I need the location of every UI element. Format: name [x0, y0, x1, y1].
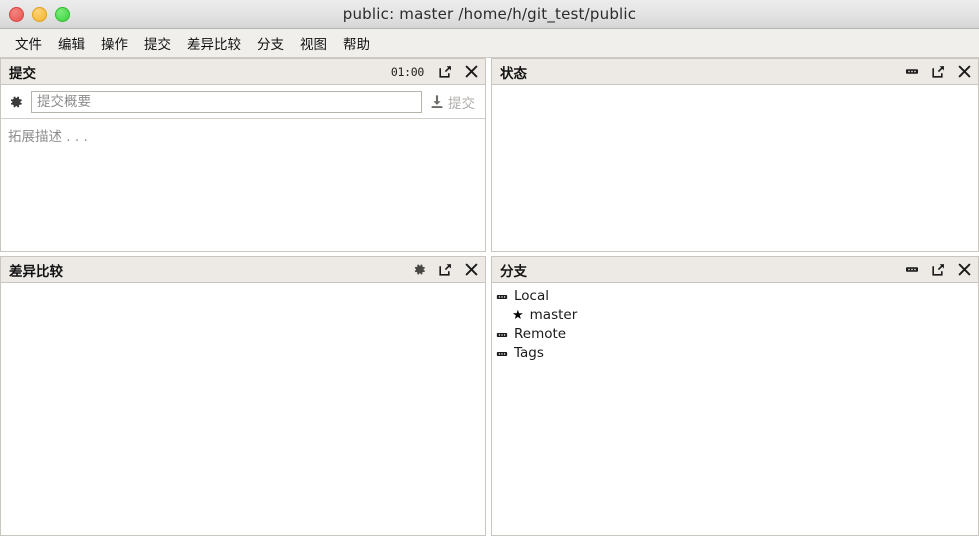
group-icon: [496, 329, 508, 341]
diff-panel-body[interactable]: [1, 283, 485, 535]
close-icon[interactable]: [465, 263, 478, 276]
expand-icon[interactable]: [932, 263, 945, 276]
expand-icon[interactable]: [439, 263, 452, 276]
branches-panel-body[interactable]: Local ★ master Remote Tags: [492, 283, 978, 535]
tree-item-master[interactable]: ★ master: [492, 306, 978, 325]
status-panel-header: 状态: [492, 59, 978, 85]
group-icon: [496, 348, 508, 360]
branch-tree: Local ★ master Remote Tags: [492, 283, 978, 363]
branches-panel-tools: [905, 263, 971, 276]
window-titlebar: public: master /home/h/git_test/public: [0, 0, 979, 29]
menu-item-view[interactable]: 视图: [292, 30, 335, 56]
expand-icon[interactable]: [932, 65, 945, 78]
commit-panel: 提交 01:00 提交概要 提交 拓展描述 . . .: [0, 58, 486, 252]
menu-item-file[interactable]: 文件: [7, 30, 50, 56]
zoom-window-button[interactable]: [55, 6, 70, 22]
diff-panel: 差异比较: [0, 256, 486, 536]
tree-item-label: master: [529, 306, 578, 323]
window-title: public: master /home/h/git_test/public: [342, 5, 637, 23]
commit-summary-row: 提交: [1, 85, 485, 118]
menu-item-edit[interactable]: 编辑: [50, 30, 93, 56]
expand-icon[interactable]: [439, 65, 452, 78]
commit-summary-input[interactable]: [31, 91, 422, 113]
gear-icon[interactable]: [7, 95, 25, 109]
branches-panel: 分支 Local ★ master Remote Tags: [491, 256, 979, 536]
diff-panel-title: 差异比较: [9, 263, 63, 280]
commit-panel-header: 提交 01:00: [1, 59, 485, 85]
more-icon[interactable]: [905, 263, 919, 276]
close-icon[interactable]: [465, 65, 478, 78]
close-window-button[interactable]: [9, 6, 24, 22]
commit-description-input[interactable]: [1, 118, 485, 251]
left-column: 提交 01:00 提交概要 提交 拓展描述 . . . 差异比较: [0, 58, 486, 536]
commit-panel-tools: 01:00: [391, 65, 478, 79]
menu-item-diff[interactable]: 差异比较: [179, 30, 249, 56]
menu-item-actions[interactable]: 操作: [93, 30, 136, 56]
menu-item-commit[interactable]: 提交: [136, 30, 179, 56]
minimize-window-button[interactable]: [32, 6, 47, 22]
right-column: 状态 分支 Local ★ master Remote Tags: [491, 58, 979, 536]
status-panel: 状态: [491, 58, 979, 252]
tree-item-label: Remote: [514, 325, 567, 342]
diff-panel-header: 差异比较: [1, 257, 485, 283]
branches-panel-header: 分支: [492, 257, 978, 283]
gear-icon[interactable]: [413, 263, 426, 276]
status-panel-body[interactable]: [492, 85, 978, 251]
commit-timer: 01:00: [390, 64, 424, 79]
tree-item-label: Tags: [514, 344, 544, 361]
window-controls: [0, 6, 70, 22]
diff-panel-tools: [413, 263, 478, 276]
star-icon: ★: [512, 308, 524, 323]
menu-item-help[interactable]: 帮助: [335, 30, 378, 56]
tree-item-label: Local: [514, 287, 549, 304]
status-panel-tools: [905, 65, 971, 78]
status-panel-title: 状态: [500, 65, 527, 82]
group-icon: [496, 291, 508, 303]
menubar: 文件 编辑 操作 提交 差异比较 分支 视图 帮助: [0, 29, 979, 58]
close-icon[interactable]: [958, 65, 971, 78]
tree-item-tags[interactable]: Tags: [492, 344, 978, 363]
workspace: 提交 01:00 提交概要 提交 拓展描述 . . . 差异比较 状态 分支 L…: [0, 58, 979, 536]
commit-panel-body: 提交: [1, 85, 485, 251]
tree-item-local[interactable]: Local: [492, 287, 978, 306]
menu-item-branch[interactable]: 分支: [249, 30, 292, 56]
commit-button[interactable]: 提交: [428, 90, 479, 114]
more-icon[interactable]: [905, 65, 919, 78]
commit-panel-title: 提交: [9, 65, 36, 82]
branches-panel-title: 分支: [500, 263, 527, 280]
commit-description-wrap: [1, 118, 485, 251]
commit-arrow-icon: [430, 95, 444, 109]
commit-button-label: 提交: [448, 96, 475, 112]
close-icon[interactable]: [958, 263, 971, 276]
tree-item-remote[interactable]: Remote: [492, 325, 978, 344]
